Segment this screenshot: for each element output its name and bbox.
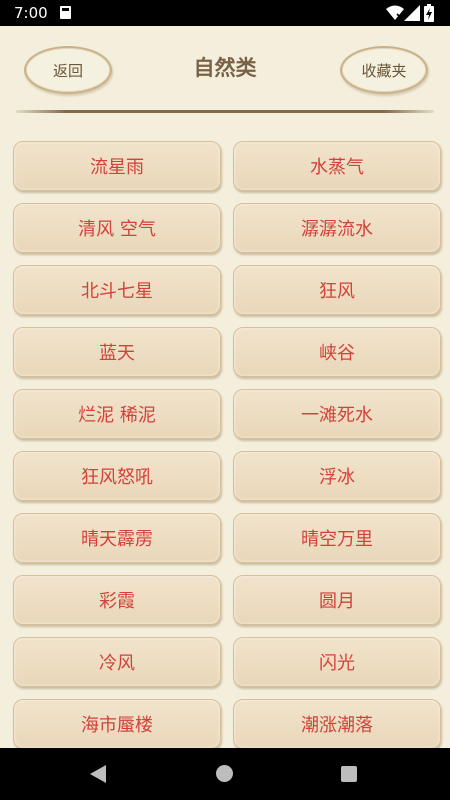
battery-charging-icon — [424, 4, 434, 22]
nav-recents-icon[interactable] — [341, 766, 357, 782]
status-bar: 7:00 — [0, 0, 450, 26]
navigation-bar — [0, 748, 450, 800]
status-time: 7:00 — [14, 4, 48, 22]
favorites-button-label: 收藏夹 — [361, 61, 407, 80]
wifi-icon — [386, 5, 404, 20]
back-button-label: 返回 — [52, 61, 83, 80]
list-item[interactable]: 海市蜃楼 — [13, 699, 221, 748]
page-title: 自然类 — [193, 56, 257, 80]
list-item[interactable]: 潺潺流水 — [233, 203, 441, 253]
list-item[interactable]: 潮涨潮落 — [233, 699, 441, 748]
favorites-button[interactable]: 收藏夹 — [340, 46, 428, 94]
list-item[interactable]: 水蒸气 — [233, 141, 441, 191]
list-item[interactable]: 峡谷 — [233, 327, 441, 377]
list-item[interactable]: 圆月 — [233, 575, 441, 625]
list-item[interactable]: 冷风 — [13, 637, 221, 687]
list-item[interactable]: 浮冰 — [233, 451, 441, 501]
list-item[interactable]: 晴空万里 — [233, 513, 441, 563]
header-divider — [16, 110, 434, 113]
list-item[interactable]: 闪光 — [233, 637, 441, 687]
list-item[interactable]: 清风 空气 — [13, 203, 221, 253]
back-button[interactable]: 返回 — [24, 46, 112, 94]
nav-home-icon[interactable] — [216, 765, 233, 782]
app-screen: 返回 自然类 收藏夹 流星雨 水蒸气 清风 空气 潺潺流水 北斗七星 狂风 蓝天… — [0, 26, 450, 748]
list-item[interactable]: 狂风 — [233, 265, 441, 315]
nav-back-icon[interactable] — [90, 765, 106, 783]
signal-icon — [404, 5, 420, 21]
sd-card-icon — [60, 6, 71, 19]
list-item[interactable]: 彩霞 — [13, 575, 221, 625]
list-item[interactable]: 一滩死水 — [233, 389, 441, 439]
list-item[interactable]: 北斗七星 — [13, 265, 221, 315]
list-item[interactable]: 蓝天 — [13, 327, 221, 377]
list-item[interactable]: 晴天霹雳 — [13, 513, 221, 563]
list-item[interactable]: 流星雨 — [13, 141, 221, 191]
list-item[interactable]: 烂泥 稀泥 — [13, 389, 221, 439]
list-item[interactable]: 狂风怒吼 — [13, 451, 221, 501]
header: 返回 自然类 收藏夹 — [0, 26, 450, 116]
